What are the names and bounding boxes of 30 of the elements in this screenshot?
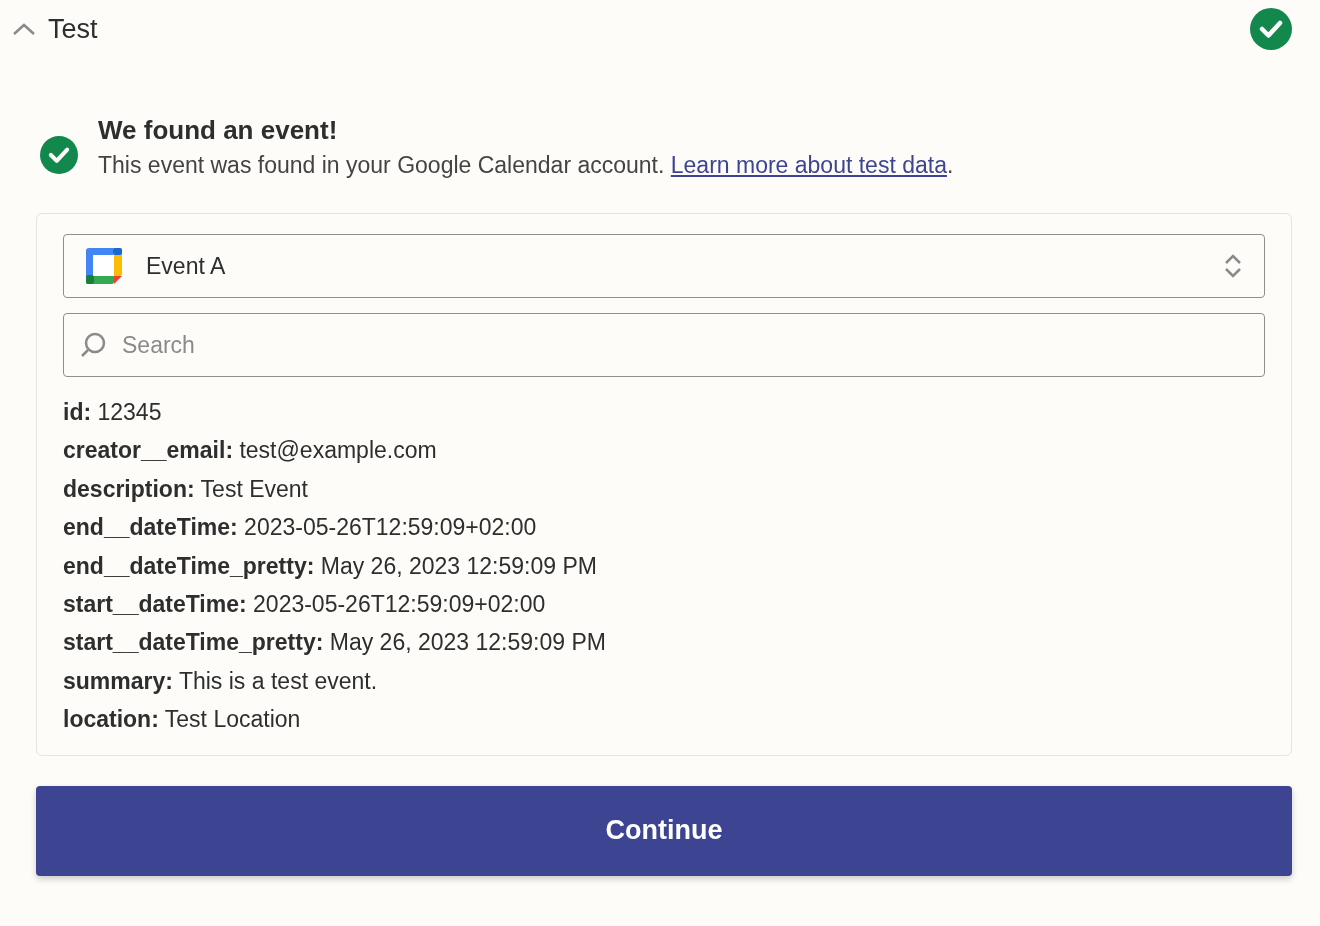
field-value: test@example.com [239, 437, 437, 464]
field-label: summary: [63, 667, 173, 694]
chevron-icon [12, 22, 36, 36]
field-label: start__dateTime_pretty: [63, 629, 324, 656]
field-value: This is a test event. [178, 667, 378, 694]
section-toggle[interactable]: Test [12, 13, 98, 45]
learn-more-link[interactable]: Learn more about test data [670, 152, 947, 178]
search-icon [79, 331, 107, 359]
event-select[interactable]: Event A [63, 234, 1265, 298]
field-label: location: [63, 706, 159, 733]
continue-button[interactable]: Continue [36, 785, 1292, 876]
field-label: id: [63, 399, 92, 425]
field-value: 12345 [97, 399, 162, 425]
field-value: Test Event [200, 475, 308, 502]
field-value: May 26, 2023 12:59:09 PM [320, 552, 597, 579]
search-field[interactable]: Search [63, 313, 1265, 377]
field-value: May 26, 2023 12:59:09 PM [329, 629, 606, 656]
field-value: Test Location [164, 706, 301, 733]
field-value: 2023-05-26T12:59:09+02:00 [244, 514, 537, 541]
notice-heading: We found an event! [98, 114, 339, 147]
calendar-icon [86, 248, 122, 284]
notice-text: This event was found in your Google Calendar account. Learn more about test data. [98, 152, 954, 179]
field-label: start__dateTime: [63, 591, 247, 618]
sort-arrows-icon [1224, 253, 1242, 279]
field-value: 2023-05-26T12:59:09+02:00 [253, 591, 546, 618]
field-label: end__dateTime: [63, 514, 238, 541]
field-label: creator__email: [63, 437, 234, 464]
field-label: end__dateTime_pretty: [63, 552, 315, 579]
field-label: description: [63, 475, 195, 502]
checkmark-icon [40, 136, 78, 174]
